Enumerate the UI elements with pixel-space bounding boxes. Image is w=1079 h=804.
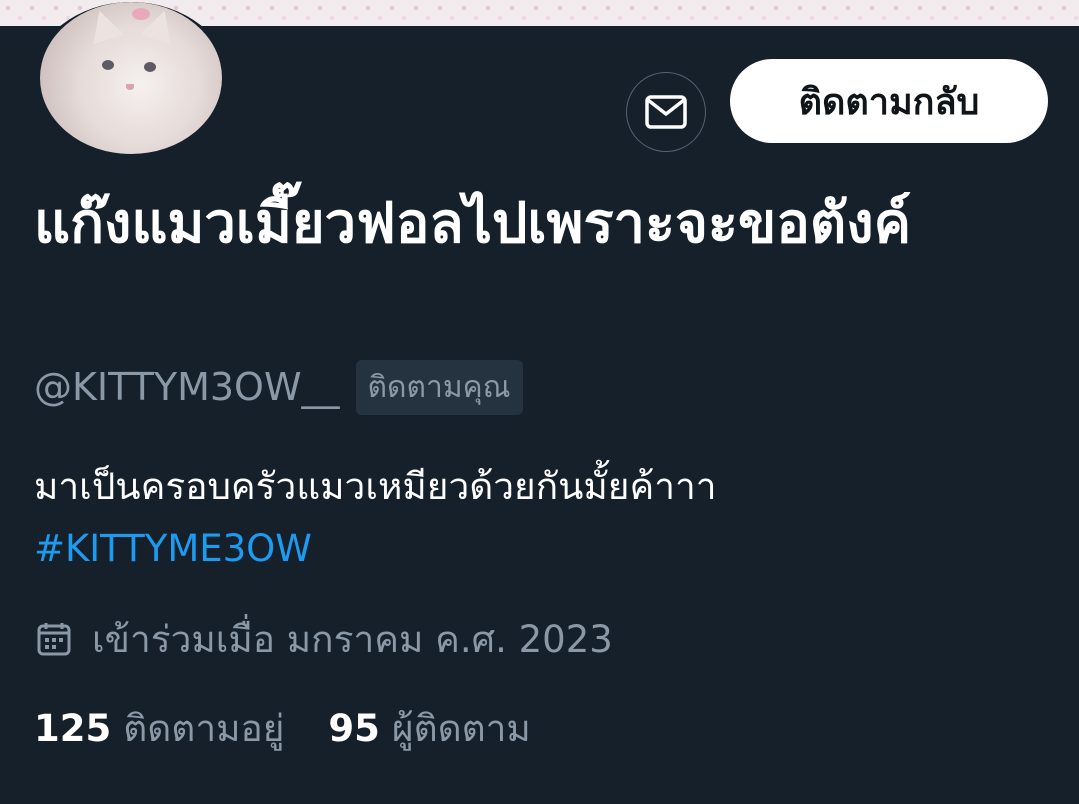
joined-date-text: เข้าร่วมเมื่อ มกราคม ค.ศ. 2023 <box>92 617 613 661</box>
followers-label: ผู้ติดตาม <box>391 706 531 750</box>
bio-text: มาเป็นครอบครัวแมวเหมียวด้วยกันมั้ยค้าาา <box>34 465 717 508</box>
avatar-image <box>40 2 222 154</box>
followers-count: 95 <box>328 706 380 750</box>
avatar[interactable] <box>32 2 230 162</box>
message-button[interactable] <box>626 72 706 152</box>
following-label: ติดตามอยู่ <box>123 706 285 750</box>
envelope-icon <box>645 95 687 129</box>
following-stat-link[interactable]: 125 ติดตามอยู่ <box>34 699 284 758</box>
handle-row: @KITTYM3OW__ ติดตามคุณ <box>34 359 523 415</box>
bio: มาเป็นครอบครัวแมวเหมียวด้วยกันมั้ยค้าาา … <box>34 456 1034 580</box>
profile-header: ติดตามกลับ แก๊งแมวเมี๊ยวฟอลไปเพราะจะขอตั… <box>0 2 1079 804</box>
follow-back-label: ติดตามกลับ <box>798 81 980 123</box>
calendar-icon <box>34 619 74 659</box>
following-count: 125 <box>34 706 112 750</box>
follows-you-badge: ติดตามคุณ <box>355 359 523 415</box>
follow-stats: 125 ติดตามอยู่ 95 ผู้ติดตาม <box>34 698 531 758</box>
display-name: แก๊งแมวเมี๊ยวฟอลไปเพราะจะขอตังค์ <box>34 191 912 256</box>
follow-back-button[interactable]: ติดตามกลับ <box>730 59 1048 143</box>
username-handle: @KITTYM3OW__ <box>34 365 340 409</box>
bio-hashtag-link[interactable]: #KITTYME3OW <box>34 518 1034 580</box>
followers-stat-link[interactable]: 95 ผู้ติดตาม <box>328 699 530 758</box>
joined-date: เข้าร่วมเมื่อ มกราคม ค.ศ. 2023 <box>34 609 613 669</box>
